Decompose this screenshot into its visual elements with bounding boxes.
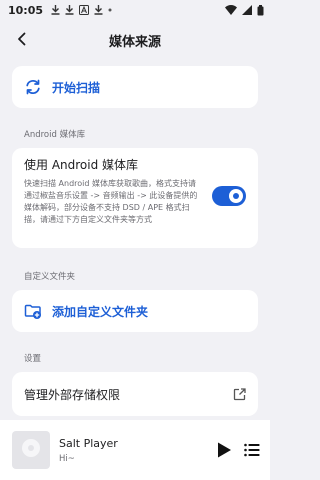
track-info: Salt Player Hi~: [59, 437, 118, 464]
add-custom-folder-button[interactable]: 添加自定义文件夹: [12, 290, 258, 332]
section-header-settings: 设置: [24, 354, 42, 364]
android-library-toggle-title: 使用 Android 媒体库: [24, 158, 139, 172]
play-icon[interactable]: [216, 441, 232, 459]
refresh-icon: [24, 78, 42, 96]
system-icons: [225, 4, 264, 16]
section-header-custom-folder: 自定义文件夹: [24, 272, 76, 282]
add-custom-folder-label: 添加自定义文件夹: [52, 304, 149, 319]
dot-icon: [108, 8, 112, 12]
section-header-android-library: Android 媒体库: [24, 130, 86, 140]
status-bar: 10:05: [0, 0, 270, 20]
notification-icons: [51, 5, 112, 15]
download-icon: [65, 5, 74, 15]
media-source-screen: 10:05 媒体来源 开始扫描 Android 媒体库 使用 Android 媒…: [0, 0, 270, 480]
player-controls: [216, 441, 260, 459]
album-art: [12, 431, 50, 469]
queue-list-icon[interactable]: [244, 443, 260, 457]
android-library-toggle-description: 快速扫描 Android 媒体库获取歌曲，格式支持请通过椒盐音乐设置 -> 音频…: [24, 179, 198, 224]
font-a-icon: [79, 5, 90, 15]
page-title: 媒体来源: [108, 34, 161, 50]
app-bar: 媒体来源: [0, 22, 270, 58]
open-external-icon: [233, 387, 246, 401]
signal-icon: [242, 5, 252, 15]
switch-knob: [229, 189, 243, 203]
arrow-left-icon: [15, 31, 29, 50]
download-icon: [51, 5, 60, 15]
disc-icon: [21, 438, 41, 462]
wifi-icon: [225, 5, 237, 15]
manage-storage-permission-label: 管理外部存储权限: [24, 387, 121, 402]
mini-player[interactable]: Salt Player Hi~: [0, 420, 270, 480]
download-icon: [94, 5, 103, 15]
start-scan-button[interactable]: 开始扫描: [12, 66, 258, 108]
android-library-toggle-card[interactable]: 使用 Android 媒体库 快速扫描 Android 媒体库获取歌曲，格式支持…: [12, 148, 258, 248]
status-time: 10:05: [8, 3, 44, 17]
battery-icon: [257, 4, 264, 16]
track-subtitle: Hi~: [59, 453, 75, 464]
manage-storage-permission-item[interactable]: 管理外部存储权限: [12, 372, 258, 416]
start-scan-label: 开始扫描: [52, 80, 101, 95]
track-title: Salt Player: [59, 436, 118, 450]
folder-add-icon: [24, 302, 42, 320]
android-library-switch[interactable]: [212, 186, 246, 206]
back-button[interactable]: [10, 28, 34, 52]
